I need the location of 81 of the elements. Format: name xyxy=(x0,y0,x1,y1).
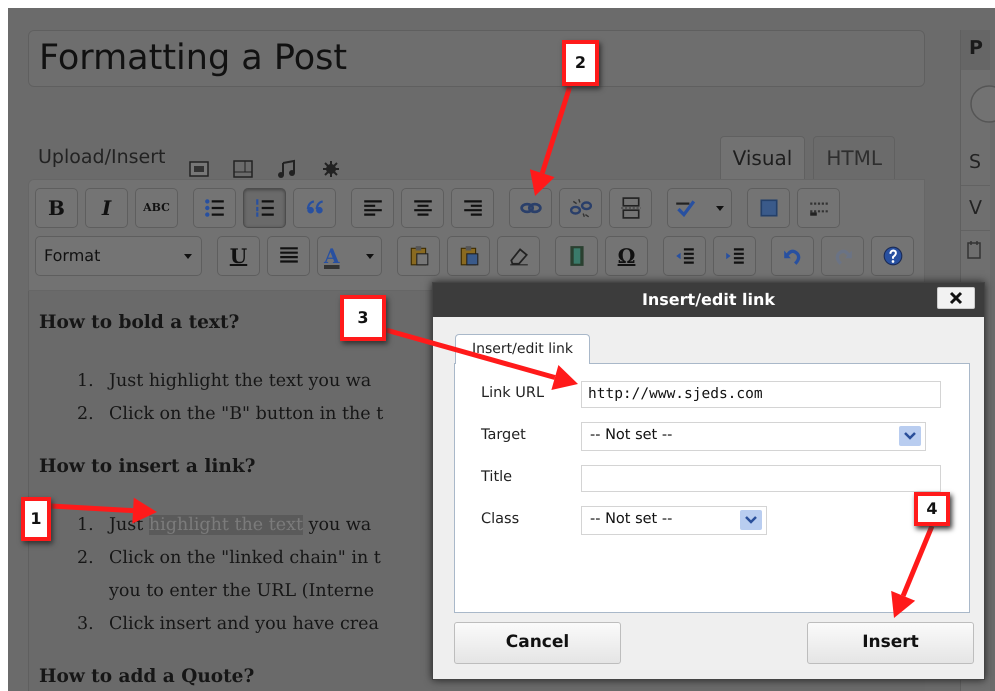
toolbar-button[interactable]: Ω xyxy=(605,236,648,276)
text-field[interactable] xyxy=(581,464,941,492)
numbered-list-icon xyxy=(254,197,276,219)
callout-number: 1 xyxy=(21,497,51,541)
dropdown-button[interactable] xyxy=(667,188,732,228)
text-color-label: A xyxy=(324,243,340,270)
section-heading: How to bold a text? xyxy=(39,311,240,335)
chevron-down-icon xyxy=(899,426,921,446)
page-break-icon xyxy=(620,197,642,219)
callout-number: 3 xyxy=(340,295,386,341)
gallery-icon[interactable] xyxy=(233,159,254,179)
sidebar-heading: P xyxy=(961,30,990,70)
format-dropdown[interactable]: Format xyxy=(35,236,202,276)
clipboard-button[interactable] xyxy=(447,236,490,276)
fullscreen-button[interactable] xyxy=(747,188,790,228)
calendar-icon xyxy=(967,240,981,260)
list-number: 3. xyxy=(77,612,95,636)
indent-button[interactable] xyxy=(713,236,756,276)
list-number: 2. xyxy=(77,546,95,570)
toolbar-button[interactable]: ABC xyxy=(135,188,178,228)
broken-chain-icon xyxy=(570,197,592,219)
numbered-list-button[interactable] xyxy=(243,188,286,228)
clipboard-button[interactable] xyxy=(397,236,440,276)
url-field[interactable]: http://www.sjeds.com xyxy=(581,380,941,408)
dropdown-field[interactable]: -- Not set -- xyxy=(581,422,926,450)
dialog-title: Insert/edit link xyxy=(642,289,776,311)
film-button[interactable] xyxy=(555,236,598,276)
bullet-list-icon xyxy=(204,197,226,219)
list-number: 1. xyxy=(77,514,95,536)
dialog-tab[interactable]: Insert/edit link xyxy=(455,334,590,364)
dialog-button[interactable]: Cancel xyxy=(454,622,621,664)
field-label: Target xyxy=(481,426,527,446)
image-icon[interactable] xyxy=(189,159,210,179)
callout-number: 2 xyxy=(562,40,599,86)
editor-mode-tab[interactable]: Visual xyxy=(720,136,806,179)
page-break-button[interactable] xyxy=(609,188,652,228)
undo-button[interactable] xyxy=(771,236,814,276)
list-item-text: Just highlight the text you wa xyxy=(109,370,372,393)
field-label: Class xyxy=(481,510,520,530)
sidebar-label: V xyxy=(961,186,990,231)
bullet-list-button[interactable] xyxy=(193,188,236,228)
upload-insert-label[interactable]: Upload/Insert xyxy=(38,142,166,179)
toolbar-button[interactable]: B xyxy=(35,188,78,228)
list-number: 2. xyxy=(77,402,95,426)
editor-mode-tab[interactable]: HTML xyxy=(813,136,895,179)
callout-number: 4 xyxy=(914,492,950,526)
caret-icon xyxy=(365,252,375,260)
chevron-down-icon xyxy=(740,510,762,530)
section-heading: How to insert a link? xyxy=(39,454,256,479)
field-label: Title xyxy=(481,468,514,488)
help-button[interactable] xyxy=(871,236,914,276)
toolbar-toggle-button[interactable] xyxy=(797,188,840,228)
dropdown-field[interactable]: -- Not set -- xyxy=(581,506,767,534)
list-item-text: Click on the "linked chain" in t xyxy=(109,546,381,570)
chain-link-button[interactable] xyxy=(509,188,552,228)
toolbar-button[interactable]: U xyxy=(217,236,260,276)
list-number: 1. xyxy=(77,370,95,393)
list-item-text: Click insert and you have crea xyxy=(109,612,379,636)
toolbar-button[interactable]: I xyxy=(85,188,128,228)
justify-button[interactable] xyxy=(267,236,310,276)
quote-button[interactable] xyxy=(293,188,336,228)
field-label: Link URL xyxy=(481,384,546,404)
close-button[interactable] xyxy=(937,287,975,309)
caret-icon xyxy=(183,252,193,260)
asterisk-icon[interactable] xyxy=(321,159,342,179)
list-item-text: Click on the "B" button in the t xyxy=(109,402,384,426)
dialog-button[interactable]: Insert xyxy=(807,622,974,664)
align-center-button[interactable] xyxy=(401,188,444,228)
section-heading: How to add a Quote? xyxy=(39,664,254,688)
align-right-button[interactable] xyxy=(451,188,494,228)
help-icon xyxy=(882,245,904,267)
align-left-button[interactable] xyxy=(351,188,394,228)
sidebar-label: S xyxy=(961,140,990,186)
fullscreen-icon xyxy=(758,197,780,219)
eraser-button[interactable] xyxy=(497,236,540,276)
list-item-text: you to enter the URL (Interne xyxy=(109,580,374,602)
broken-chain-button[interactable] xyxy=(559,188,602,228)
close-icon xyxy=(949,291,963,305)
music-note-icon[interactable] xyxy=(277,159,298,179)
outdent-button[interactable] xyxy=(663,236,706,276)
caret-icon xyxy=(715,204,725,212)
